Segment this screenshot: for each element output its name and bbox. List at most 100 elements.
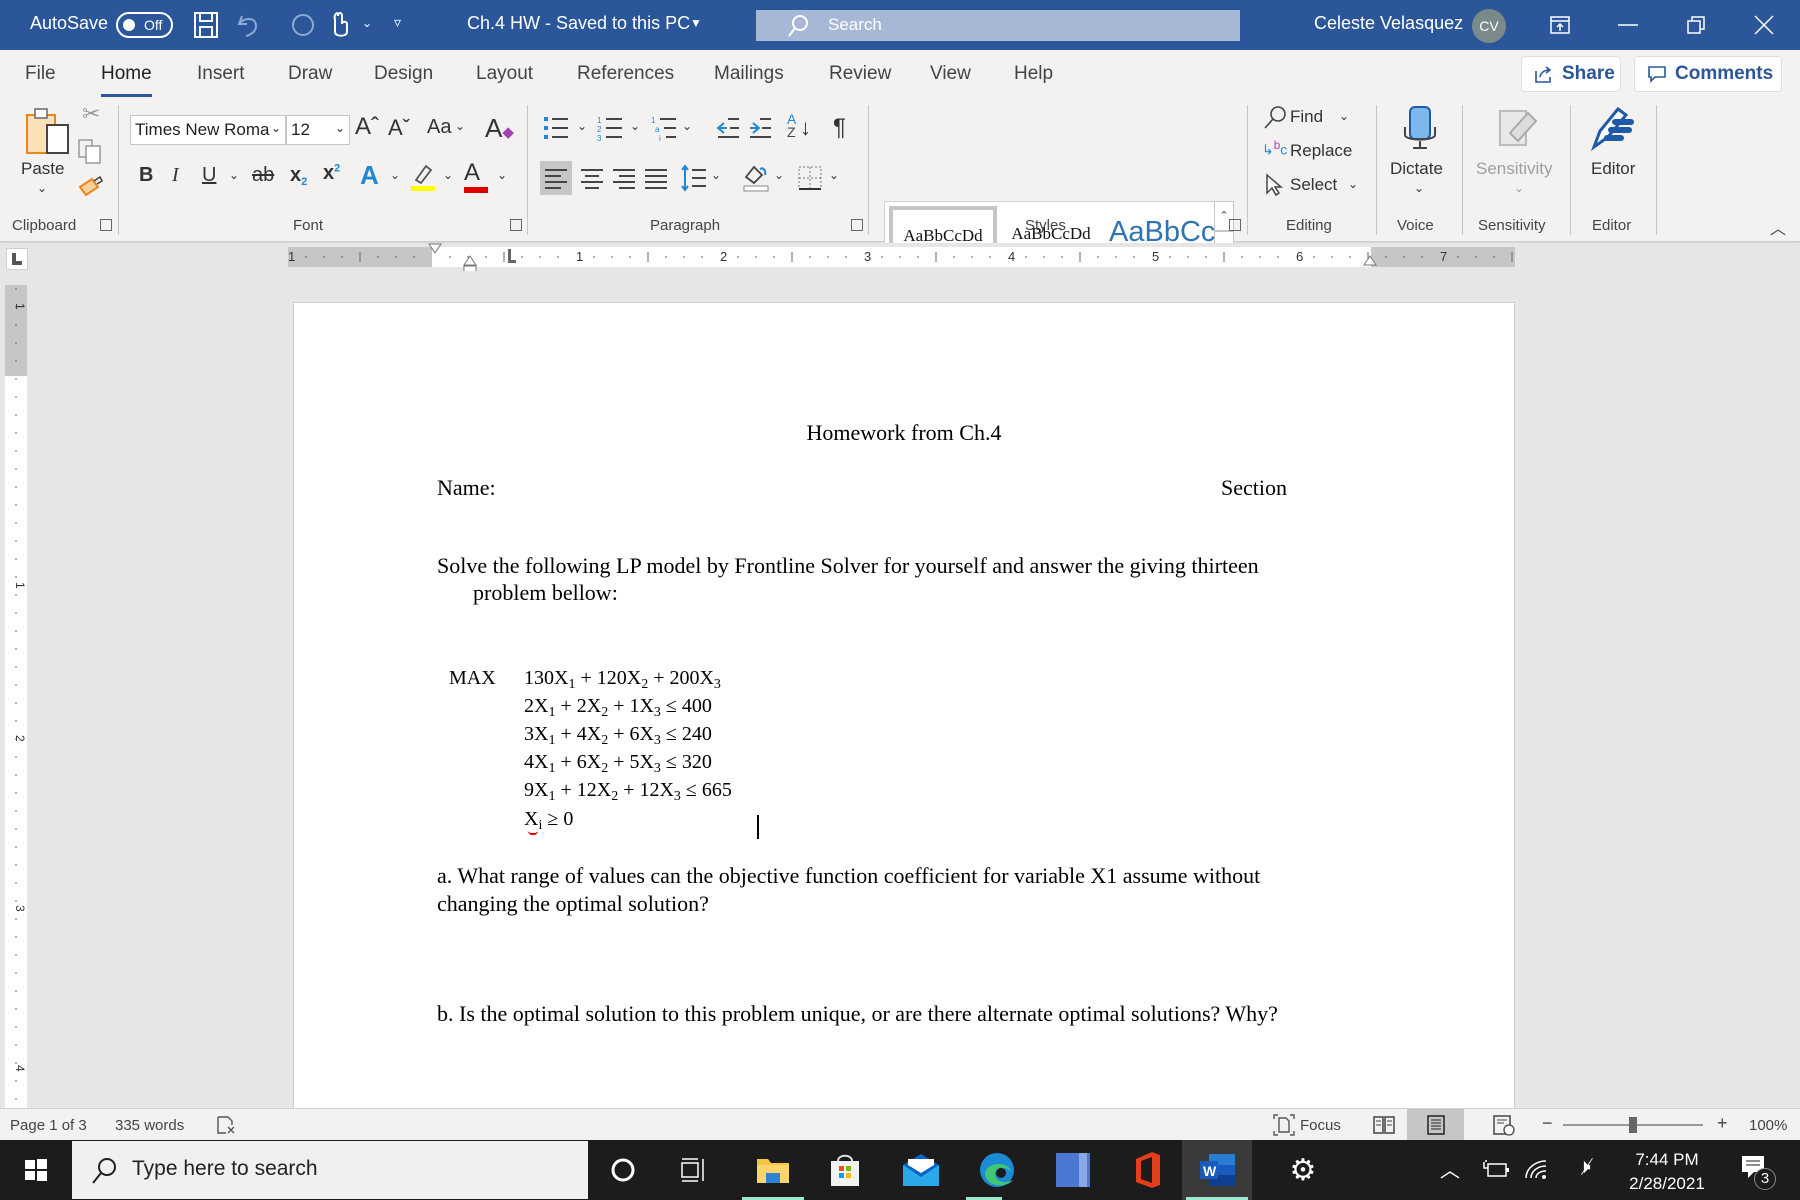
chevron-down-icon[interactable]: ⌄ (577, 119, 587, 133)
right-indent-marker[interactable] (1363, 255, 1377, 267)
proofing-icon[interactable] (216, 1115, 236, 1135)
shading-icon[interactable] (742, 163, 770, 193)
underline-button[interactable]: U (202, 164, 216, 187)
borders-icon[interactable] (797, 165, 823, 191)
multilevel-list-icon[interactable]: 1ai (651, 115, 679, 141)
format-painter-icon[interactable] (78, 175, 104, 199)
word-button[interactable]: W (1182, 1140, 1252, 1200)
page-count[interactable]: Page 1 of 3 (10, 1117, 87, 1134)
tab-references[interactable]: References (577, 63, 674, 85)
settings-button[interactable]: ⚙ (1268, 1140, 1338, 1200)
font-size-select[interactable]: 12 ⌄ (286, 115, 350, 145)
font-name-select[interactable]: Times New Roma ⌄ (130, 115, 286, 145)
bold-button[interactable]: B (139, 164, 153, 187)
shrink-font-icon[interactable]: Aˇ (388, 115, 410, 141)
justify-icon[interactable] (640, 161, 672, 195)
autosave-toggle[interactable]: Off (116, 12, 173, 38)
chevron-down-icon[interactable]: ⌄ (774, 168, 784, 182)
tab-mailings[interactable]: Mailings (714, 63, 784, 85)
title-dropdown-icon[interactable]: ▼ (690, 16, 702, 30)
redo-icon[interactable] (290, 12, 316, 38)
first-line-indent-marker[interactable] (428, 243, 442, 255)
read-mode-icon[interactable] (1372, 1115, 1396, 1135)
clipboard-launcher[interactable] (100, 219, 112, 231)
tab-selector[interactable] (6, 248, 28, 270)
zoom-slider-thumb[interactable] (1629, 1117, 1637, 1133)
increase-indent-icon[interactable] (748, 117, 772, 139)
start-button[interactable] (0, 1140, 72, 1200)
chevron-down-icon[interactable]: ⌄ (443, 168, 453, 182)
comments-button[interactable]: Comments (1634, 56, 1782, 92)
close-button[interactable] (1734, 0, 1794, 50)
tab-layout[interactable]: Layout (476, 63, 533, 85)
copy-icon[interactable] (78, 139, 102, 165)
volume-muted-icon[interactable]: 🕨̸ (1578, 1156, 1591, 1179)
paste-dropdown-icon[interactable]: ⌄ (37, 181, 47, 195)
vertical-ruler[interactable]: 1 1 2 3 4 (5, 285, 27, 1108)
cut-icon[interactable]: ✂ (82, 101, 100, 127)
chevron-down-icon[interactable]: ⌄ (630, 119, 640, 133)
task-view-button[interactable] (658, 1140, 728, 1200)
user-avatar[interactable]: CV (1472, 9, 1506, 43)
zoom-level[interactable]: 100% (1749, 1117, 1787, 1134)
clear-formatting-icon[interactable]: A◆ (485, 113, 514, 144)
decrease-indent-icon[interactable] (716, 117, 740, 139)
word-count[interactable]: 335 words (115, 1117, 184, 1134)
store-button[interactable] (810, 1140, 880, 1200)
show-formatting-marks-icon[interactable]: ¶ (833, 114, 846, 142)
print-layout-button[interactable] (1407, 1109, 1464, 1141)
share-button[interactable]: Share (1521, 56, 1621, 92)
restore-button[interactable] (1666, 0, 1726, 50)
undo-icon[interactable] (236, 12, 266, 38)
underline-dropdown-icon[interactable]: ⌄ (229, 168, 239, 182)
customize-qat-icon[interactable]: ▿ (394, 14, 401, 31)
chevron-down-icon[interactable]: ⌄ (390, 168, 400, 182)
collapse-ribbon-icon[interactable]: ︿ (1770, 215, 1786, 239)
office-button[interactable] (1112, 1140, 1182, 1200)
chevron-down-icon[interactable]: ⌄ (711, 168, 721, 182)
superscript-button[interactable]: x2 (323, 162, 340, 185)
align-right-icon[interactable] (608, 161, 640, 195)
chevron-down-icon[interactable]: ⌄ (455, 119, 465, 133)
tab-review[interactable]: Review (829, 63, 891, 85)
paragraph-launcher[interactable] (851, 219, 863, 231)
edge-button[interactable] (962, 1140, 1032, 1200)
italic-button[interactable]: I (172, 164, 179, 187)
app-button[interactable] (1038, 1140, 1108, 1200)
line-spacing-icon[interactable] (680, 163, 708, 193)
paste-icon[interactable] (25, 107, 71, 157)
minimize-button[interactable] (1598, 0, 1658, 50)
styles-launcher[interactable] (1229, 219, 1241, 231)
wifi-icon[interactable] (1524, 1158, 1548, 1180)
taskbar-search-box[interactable]: Type here to search (72, 1141, 588, 1199)
tab-insert[interactable]: Insert (197, 63, 245, 85)
document-page[interactable]: Homework from Ch.4 Name: Section Solve t… (293, 302, 1515, 1108)
numbering-icon[interactable]: 123 (597, 115, 625, 141)
align-left-button[interactable] (540, 161, 572, 195)
chevron-down-icon[interactable]: ⌄ (497, 168, 507, 182)
bullets-icon[interactable] (543, 115, 571, 141)
tab-home[interactable]: Home (101, 63, 152, 98)
ribbon-display-options-button[interactable] (1530, 0, 1590, 50)
save-icon[interactable] (194, 12, 218, 38)
font-launcher[interactable] (510, 219, 522, 231)
tab-file[interactable]: File (25, 63, 56, 85)
clock[interactable]: 7:44 PM 2/28/2021 (1612, 1148, 1722, 1196)
touch-mode-icon[interactable] (330, 10, 352, 40)
sensitivity-button[interactable]: Sensitivity ⌄ (1464, 97, 1568, 212)
search-box[interactable]: Search (756, 10, 1240, 41)
zoom-out-button[interactable]: − (1542, 1113, 1553, 1134)
font-color-icon[interactable]: A (464, 159, 480, 187)
text-effects-icon[interactable]: A (360, 160, 379, 191)
dictate-button[interactable]: Dictate ⌄ (1378, 97, 1462, 212)
chevron-down-icon[interactable]: ⌄ (829, 168, 839, 182)
tab-design[interactable]: Design (374, 63, 433, 85)
file-explorer-button[interactable] (738, 1140, 808, 1200)
strikethrough-button[interactable]: ab (252, 164, 274, 187)
paste-label[interactable]: Paste (21, 159, 64, 179)
user-name[interactable]: Celeste Velasquez (1314, 13, 1463, 34)
sort-icon[interactable]: AZ (787, 112, 796, 139)
mail-button[interactable] (886, 1140, 956, 1200)
web-layout-icon[interactable] (1492, 1115, 1516, 1137)
tab-view[interactable]: View (930, 63, 971, 85)
